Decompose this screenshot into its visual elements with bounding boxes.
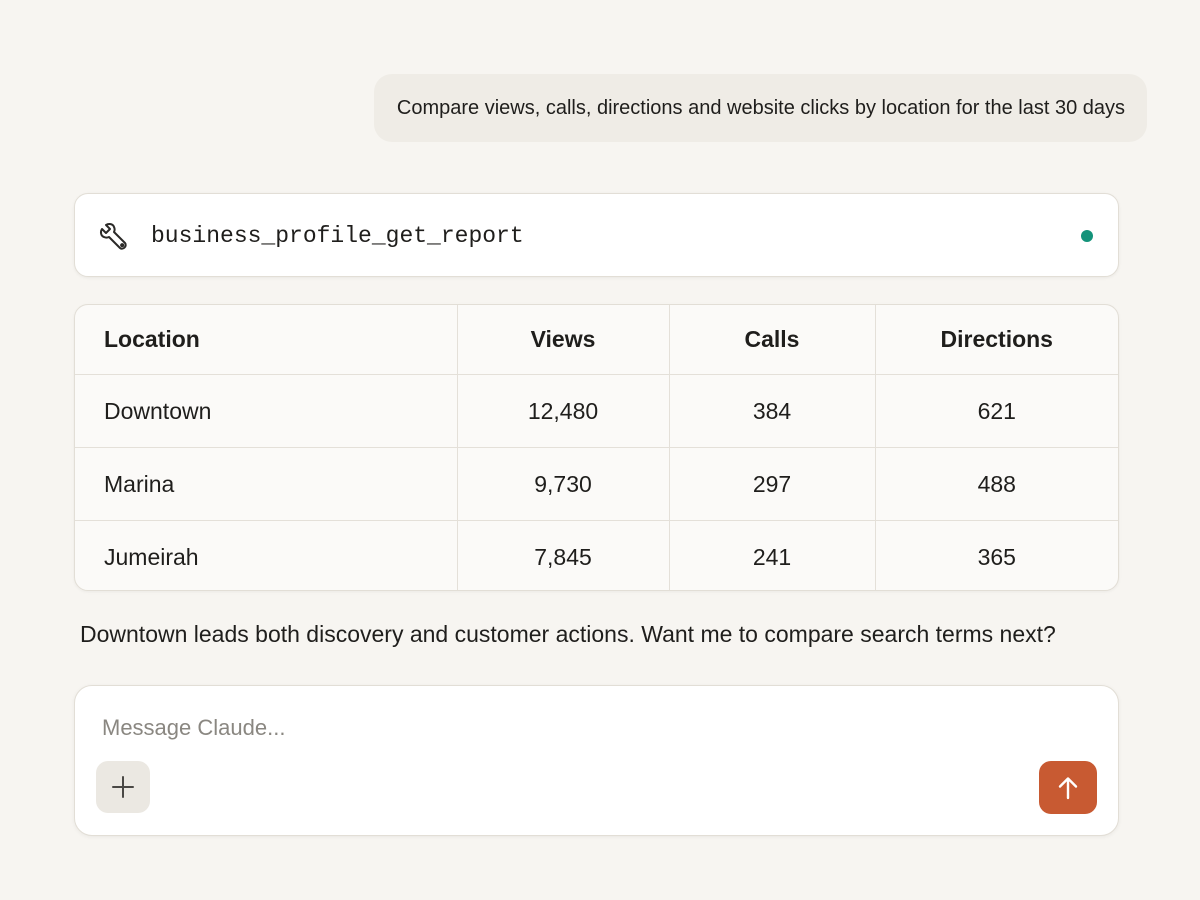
header-calls: Calls [669, 305, 876, 375]
tool-name: business_profile_get_report [151, 223, 524, 249]
header-location: Location [75, 305, 458, 375]
user-message-text: Compare views, calls, directions and web… [396, 96, 1125, 119]
table-header-row: Location Views Calls Directions [75, 305, 1118, 375]
tool-call-card[interactable]: business_profile_get_report [74, 193, 1119, 277]
cell-location: Jumeirah [75, 520, 458, 590]
cell-directions: 365 [977, 543, 1016, 570]
assistant-reply: Downtown leads both discovery and custom… [80, 621, 1056, 647]
cell-views: 7,845 [457, 520, 670, 590]
header-views: Views [457, 305, 670, 375]
report-table: Location Views Calls Directions Downtown… [75, 305, 1118, 590]
table-row: Jumeirah 7,845 241 365 [75, 520, 1118, 590]
add-attachment-button[interactable] [96, 761, 150, 813]
arrow-up-icon [1055, 775, 1081, 801]
cell-directions: 488 [875, 447, 1118, 521]
plus-icon [110, 774, 136, 800]
cell-location: Marina [75, 447, 458, 521]
cell-views: 9,730 [457, 447, 670, 521]
table-row: Downtown 12,480 384 621 [75, 374, 1118, 448]
send-button[interactable] [1039, 761, 1097, 814]
message-composer [74, 685, 1119, 836]
user-message-bubble: Compare views, calls, directions and web… [373, 74, 1147, 142]
cell-location: Downtown [75, 374, 458, 448]
report-table-card: Location Views Calls Directions Downtown… [74, 304, 1119, 591]
status-dot-icon [1081, 230, 1093, 242]
table-row: Marina 9,730 297 488 [75, 447, 1118, 521]
cell-directions: 621 [875, 374, 1118, 448]
cell-calls: 241 [669, 520, 876, 590]
cell-calls: 384 [669, 374, 876, 448]
message-input[interactable] [102, 710, 1002, 746]
cell-views: 12,480 [457, 374, 670, 448]
cell-calls: 297 [669, 447, 876, 521]
header-directions: Directions [875, 305, 1118, 375]
wrench-icon [97, 220, 129, 252]
